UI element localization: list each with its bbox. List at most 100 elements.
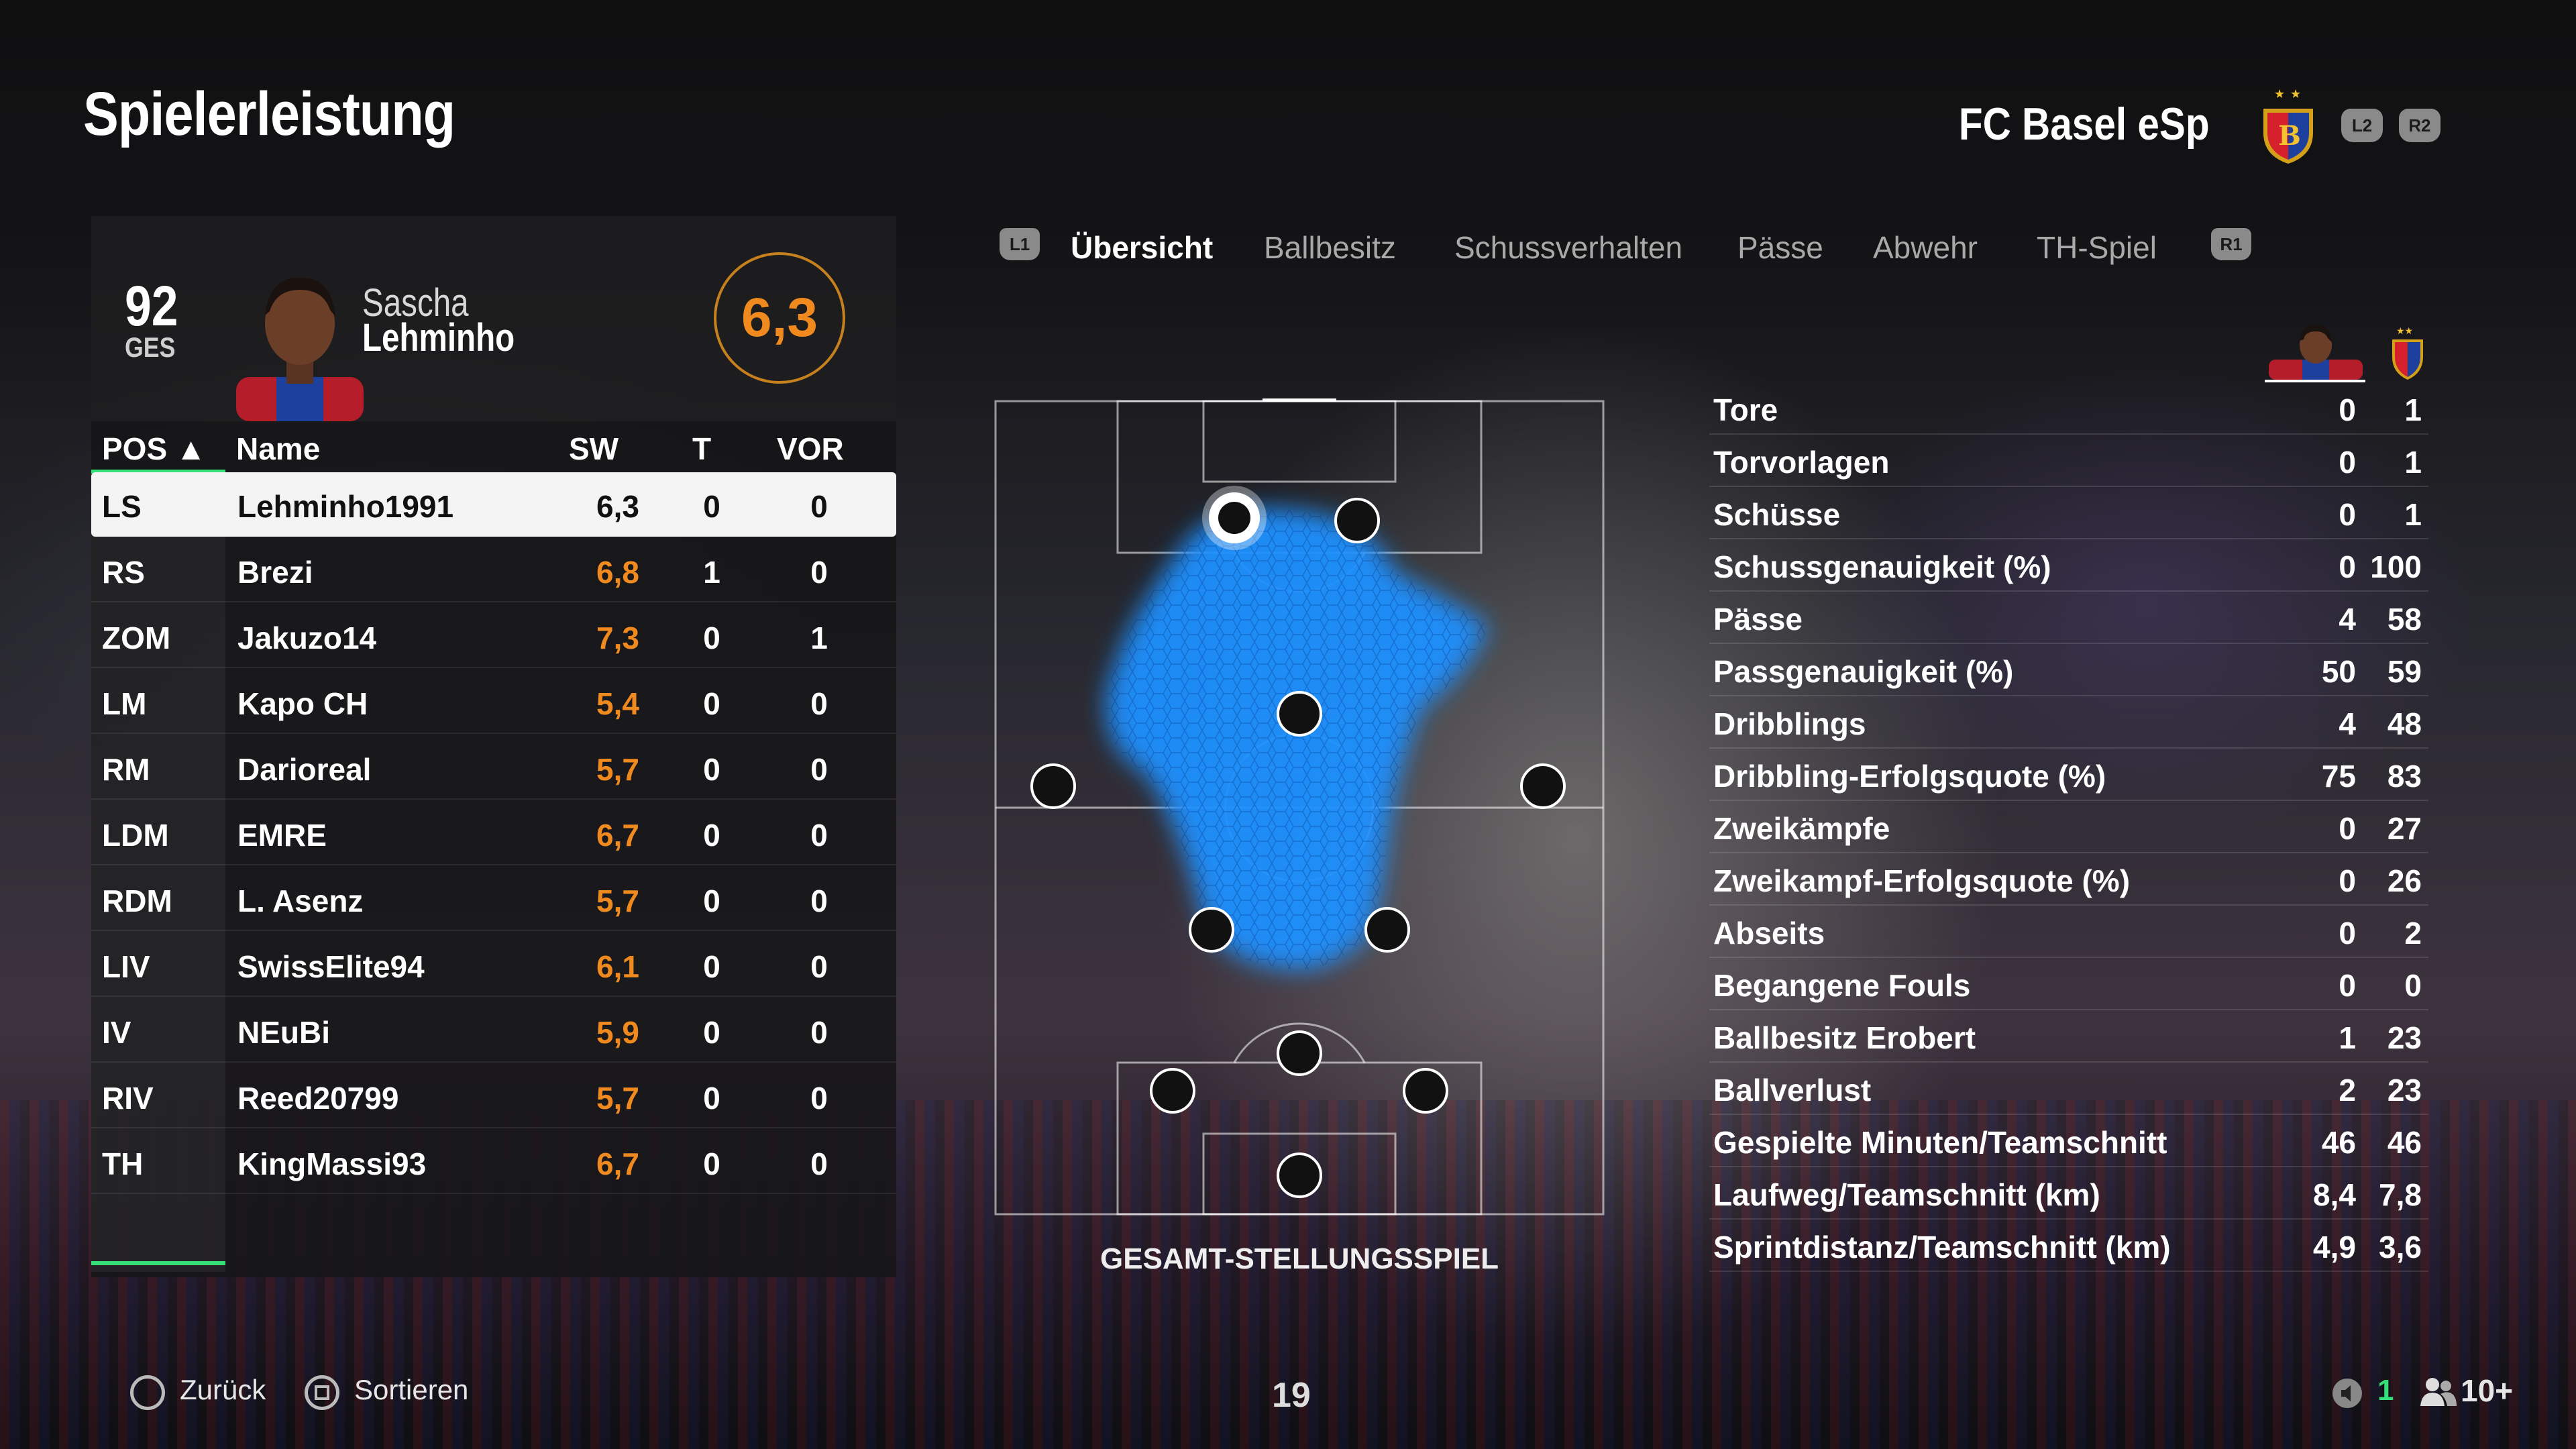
player-overall-label: GES: [125, 331, 176, 363]
l1-button-icon[interactable]: L1: [1000, 228, 1040, 260]
table-row[interactable]: TH KingMassi93 6,7 0 0: [91, 1130, 896, 1194]
player-assists: 0: [810, 1081, 828, 1116]
player-assists: 0: [810, 489, 828, 524]
tab-goalkeeping[interactable]: TH-Spiel: [2037, 229, 2157, 266]
player-table: POS ▲ Name SW T VOR LS Lehminho1991 6,3 0 0 R…: [91, 421, 896, 1277]
table-row[interactable]: RIV Reed20799 5,7 0 0: [91, 1064, 896, 1128]
table-row[interactable]: ZOM Jakuzo14 7,3 0 1: [91, 604, 896, 668]
stat-team-value: 1: [2404, 392, 2422, 427]
player-goals: 0: [703, 752, 720, 787]
stat-row: Pässe 4 58: [1709, 592, 2428, 644]
table-row[interactable]: RDM L. Asenz 5,7 0 0: [91, 867, 896, 931]
player-position: RDM: [102, 883, 172, 918]
player-position: LS: [102, 489, 142, 524]
stat-team-value: 2: [2404, 916, 2422, 951]
player-assists: 0: [810, 818, 828, 853]
svg-text:B: B: [2278, 120, 2301, 152]
back-button-icon[interactable]: [130, 1375, 165, 1410]
r1-button-icon[interactable]: R1: [2211, 228, 2251, 260]
stat-row: Tore 0 1: [1709, 382, 2428, 435]
stat-label: Sprintdistanz/Teamschnitt (km): [1713, 1230, 2171, 1265]
player-rating: 5,7: [596, 883, 639, 918]
online-count: 1: [2377, 1374, 2394, 1407]
stat-label: Ballverlust: [1713, 1073, 1872, 1108]
page-title: Spielerleistung: [83, 80, 455, 148]
tab-defence[interactable]: Abwehr: [1873, 229, 1978, 266]
player-name: Brezi: [237, 555, 313, 590]
column-header-vor[interactable]: VOR: [777, 431, 844, 467]
stat-team-value: 100: [2370, 549, 2422, 584]
stat-row: Ballverlust 2 23: [1709, 1063, 2428, 1115]
svg-text:★: ★: [2274, 87, 2285, 101]
users-icon: [2420, 1378, 2457, 1406]
team-crest-icon: ★★: [2392, 326, 2423, 380]
stat-team-value: 7,8: [2379, 1177, 2422, 1212]
player-position: RM: [102, 752, 150, 787]
column-header-sw[interactable]: SW: [569, 431, 619, 467]
stat-label: Ballbesitz Erobert: [1713, 1020, 1976, 1055]
player-name: Jakuzo14: [237, 621, 377, 655]
stat-row: Schussgenauigkeit (%) 0 100: [1709, 539, 2428, 592]
player-name: KingMassi93: [237, 1146, 427, 1181]
stat-player-value: 50: [2321, 654, 2356, 689]
column-header-name[interactable]: Name: [236, 431, 320, 467]
player-goals: 0: [703, 883, 720, 918]
stat-label: Begangene Fouls: [1713, 968, 1971, 1003]
svg-text:★: ★: [2290, 87, 2301, 101]
player-rating: 5,9: [596, 1015, 639, 1050]
stat-player-value: 0: [2339, 549, 2356, 584]
l2-button-icon[interactable]: L2: [2341, 109, 2383, 142]
stat-team-value: 58: [2387, 602, 2422, 637]
player-rating: 6,1: [596, 949, 639, 984]
table-row[interactable]: LIV SwissElite94 6,1 0 0: [91, 932, 896, 997]
tab-overview[interactable]: Übersicht: [1071, 229, 1213, 266]
stat-row: Ballbesitz Erobert 1 23: [1709, 1010, 2428, 1063]
tab-shooting[interactable]: Schussverhalten: [1454, 229, 1682, 266]
positioning-heatmap: [994, 398, 1605, 1216]
player-match-rating: 6,3: [714, 252, 845, 384]
table-row[interactable]: RS Brezi 6,8 1 0: [91, 538, 896, 602]
sort-button-icon[interactable]: [305, 1375, 339, 1410]
stat-player-value: 4,9: [2313, 1230, 2356, 1265]
player-position: IV: [102, 1015, 131, 1050]
player-rating: 5,7: [596, 752, 639, 787]
stat-player-value: 2: [2339, 1073, 2356, 1108]
club-crest-icon: ★ ★ B: [2263, 87, 2313, 164]
stat-row: Passgenauigkeit (%) 50 59: [1709, 644, 2428, 696]
player-goals: 0: [703, 489, 720, 524]
column-header-t[interactable]: T: [692, 431, 711, 467]
stat-player-value: 4: [2339, 602, 2356, 637]
stat-label: Dribbling-Erfolgsquote (%): [1713, 759, 2106, 794]
player-assists: 0: [810, 1146, 828, 1181]
table-row[interactable]: LS Lehminho1991 6,3 0 0: [91, 472, 896, 537]
player-name: Reed20799: [237, 1081, 399, 1116]
stat-team-value: 27: [2387, 811, 2422, 846]
back-button-label[interactable]: Zurück: [180, 1374, 266, 1406]
r2-button-icon[interactable]: R2: [2399, 109, 2440, 142]
stat-label: Dribblings: [1713, 706, 1866, 741]
stat-player-value: 0: [2339, 392, 2356, 427]
player-rating: 6,7: [596, 818, 639, 853]
stat-label: Gespielte Minuten/Teamschnitt: [1713, 1125, 2167, 1160]
stat-label: Laufweg/Teamschnitt (km): [1713, 1177, 2100, 1212]
table-row[interactable]: IV NEuBi 5,9 0 0: [91, 998, 896, 1063]
tab-passing[interactable]: Pässe: [1737, 229, 1823, 266]
stat-row: Begangene Fouls 0 0: [1709, 958, 2428, 1010]
table-row[interactable]: RM Darioreal 5,7 0 0: [91, 735, 896, 800]
stat-player-value: 8,4: [2313, 1177, 2356, 1212]
tab-possession[interactable]: Ballbesitz: [1264, 229, 1396, 266]
column-header-pos[interactable]: POS ▲: [102, 431, 206, 467]
sort-button-label[interactable]: Sortieren: [354, 1374, 468, 1406]
table-row[interactable]: LDM EMRE 6,7 0 0: [91, 801, 896, 865]
player-position: LIV: [102, 949, 150, 984]
player-last-name: Lehminho: [362, 316, 515, 360]
player-position: LDM: [102, 818, 169, 853]
player-rating: 6,7: [596, 1146, 639, 1181]
player-goals: 0: [703, 1015, 720, 1050]
stat-label: Torvorlagen: [1713, 445, 1890, 480]
table-row[interactable]: LM Kapo CH 5,4 0 0: [91, 669, 896, 734]
stat-row: Zweikampf-Erfolgsquote (%) 0 26: [1709, 853, 2428, 906]
stat-team-value: 23: [2387, 1073, 2422, 1108]
stat-team-value: 1: [2404, 497, 2422, 532]
player-rating: 6,3: [596, 489, 639, 524]
